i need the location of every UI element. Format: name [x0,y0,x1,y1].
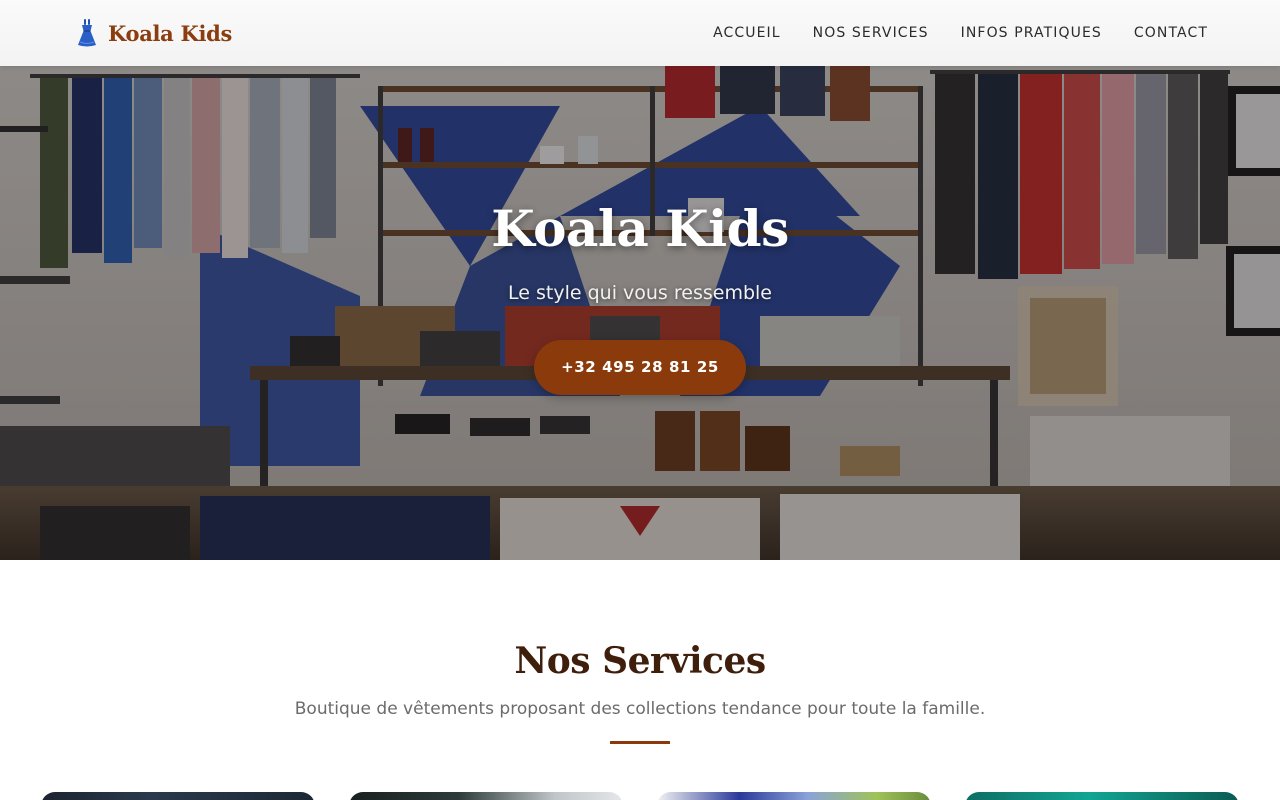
hero-title: Koala Kids [491,199,789,258]
services-subtitle: Boutique de vêtements proposant des coll… [294,699,986,719]
navbar: Koala Kids ACCUEIL NOS SERVICES INFOS PR… [0,0,1280,66]
services-section: Nos Services Boutique de vêtements propo… [0,560,1280,800]
service-card-1[interactable] [41,792,315,800]
nav-link-infos-pratiques[interactable]: INFOS PRATIQUES [961,25,1102,41]
main-nav: ACCUEIL NOS SERVICES INFOS PRATIQUES CON… [713,0,1208,66]
service-card-2[interactable] [349,792,623,800]
hero-content: Koala Kids Le style qui vous ressemble +… [0,194,1280,395]
phone-call-button[interactable]: +32 495 28 81 25 [534,340,746,395]
nav-link-accueil[interactable]: ACCUEIL [713,25,781,41]
hero-subtitle: Le style qui vous ressemble [508,282,772,304]
hero-section: Koala Kids Le style qui vous ressemble +… [0,66,1280,560]
brand-name: Koala Kids [108,20,233,46]
services-divider [610,741,670,744]
dress-icon [78,19,96,47]
nav-link-contact[interactable]: CONTACT [1134,25,1208,41]
service-card-4[interactable] [965,792,1239,800]
nav-link-nos-services[interactable]: NOS SERVICES [813,25,929,41]
service-card-3[interactable] [657,792,931,800]
services-title: Nos Services [514,640,766,682]
brand-link[interactable]: Koala Kids [74,16,232,50]
